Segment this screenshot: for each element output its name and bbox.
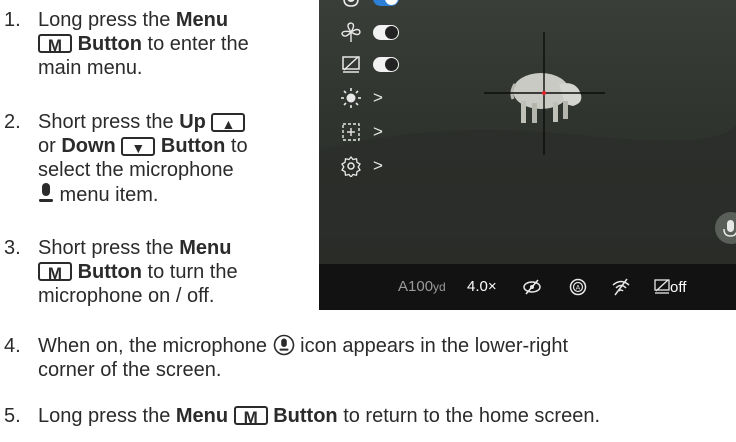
settings-gear-icon bbox=[341, 155, 361, 177]
menu-key-icon: M bbox=[233, 406, 268, 427]
microphone-circle-icon bbox=[273, 334, 294, 356]
down-key-icon: ▼ bbox=[121, 137, 156, 156]
range-readout: A100yd bbox=[398, 278, 446, 295]
device-screen: > > > A100yd 4.0× A off bbox=[319, 0, 736, 310]
menu-key-icon: M bbox=[38, 262, 72, 283]
display-off-status: off bbox=[654, 278, 686, 297]
brightness-icon bbox=[341, 88, 361, 108]
microphone-icon bbox=[39, 183, 53, 202]
svg-text:A: A bbox=[576, 284, 581, 292]
zoom-readout: 4.0× bbox=[467, 278, 497, 295]
chevron-right-icon: > bbox=[373, 88, 383, 107]
display-off-toggle[interactable] bbox=[373, 57, 399, 72]
chevron-right-icon: > bbox=[373, 122, 383, 141]
microphone-icon bbox=[343, 0, 359, 7]
auto-mode-icon: A bbox=[569, 278, 587, 296]
zoom-frame-icon bbox=[342, 123, 360, 141]
microphone-icon bbox=[723, 220, 736, 237]
step-number: 4. bbox=[4, 335, 21, 357]
step-number: 2. bbox=[4, 111, 21, 133]
menu-key-icon: M bbox=[38, 34, 72, 55]
fan-toggle[interactable] bbox=[373, 25, 399, 40]
up-key-icon: ▲ bbox=[211, 113, 246, 132]
display-off-icon bbox=[654, 279, 670, 294]
fan-icon bbox=[341, 22, 361, 42]
status-bar: A100yd 4.0× A off bbox=[319, 264, 736, 310]
display-off-icon bbox=[342, 56, 360, 73]
eye-off-icon bbox=[523, 279, 541, 295]
step-number: 3. bbox=[4, 237, 21, 259]
step-number: 5. bbox=[4, 405, 21, 427]
microphone-indicator bbox=[715, 212, 736, 244]
chevron-right-icon: > bbox=[373, 156, 383, 175]
step-number: 1. bbox=[4, 9, 21, 31]
wifi-off-icon bbox=[612, 278, 630, 296]
